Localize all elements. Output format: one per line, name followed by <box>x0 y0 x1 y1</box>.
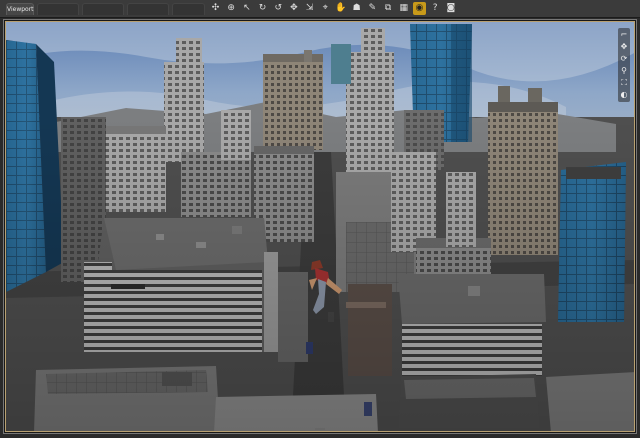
app-window: Viewport ✣⊕↖↻↺✥⇲⌖✋☗✎⧉▦◉?◙ <box>0 0 640 438</box>
frame-icon[interactable]: ⛶ <box>619 78 629 88</box>
tool-strip: ✣ ⊕ ↖ ↻ ↺ ✥ ⇲ ⌖ ✋ ☗ ✎ ⧉ ▦ ◉? ◙ <box>209 1 460 16</box>
spot-render-icon[interactable]: ◉ <box>412 2 426 15</box>
surface-selection-icon[interactable]: ▦ <box>397 2 410 15</box>
scale-icon[interactable]: ⇲ <box>303 2 316 15</box>
universal-tool-icon[interactable]: ✣ <box>209 2 222 15</box>
pan-icon[interactable]: ✥ <box>619 42 629 52</box>
geometry-editor-icon[interactable]: ⧉ <box>382 2 395 15</box>
move-target-icon[interactable]: ⊕ <box>225 2 238 15</box>
select-arrow-icon[interactable]: ↖ <box>240 2 253 15</box>
tab-view-3[interactable] <box>82 3 124 15</box>
3d-viewport[interactable]: ⌐ ✥ ⟳ ⚲ ⛶ ◐ <box>5 21 635 432</box>
tab-viewport[interactable]: Viewport <box>6 3 34 15</box>
camera-view-icon[interactable]: ◐ <box>619 90 629 100</box>
city-scene-render[interactable] <box>6 22 635 432</box>
view-navigation-tools: ⌐ ✥ ⟳ ⚲ ⛶ ◐ <box>618 28 630 102</box>
viewport-resize-handle[interactable] <box>315 428 325 430</box>
orbit-icon[interactable]: ⟳ <box>619 54 629 64</box>
translate-icon[interactable]: ✥ <box>287 2 300 15</box>
brush-icon[interactable]: ✎ <box>366 2 379 15</box>
joint-editor-icon[interactable]: ⌖ <box>319 2 332 15</box>
tab-view-2[interactable] <box>37 3 79 15</box>
viewport-header: Viewport ✣ ⊕ ↖ ↻ ↺ ✥ ⇲ ⌖ ✋ ☗ ✎ ⧉ ▦ ◉? ◙ <box>0 0 640 18</box>
camera-icon[interactable]: ◙ <box>444 2 457 15</box>
pose-hand-icon[interactable]: ✋ <box>335 2 348 15</box>
view-menu-icon[interactable]: ⌐ <box>619 30 629 40</box>
rotate-icon[interactable]: ↻ <box>256 2 269 15</box>
tab-view-5[interactable] <box>172 3 205 15</box>
zoom-icon[interactable]: ⚲ <box>619 66 629 76</box>
tab-view-4[interactable] <box>127 3 169 15</box>
tooltip-query-icon[interactable]: ? <box>429 2 442 15</box>
twist-icon[interactable]: ↺ <box>272 2 285 15</box>
node-weight-icon[interactable]: ☗ <box>350 2 363 15</box>
